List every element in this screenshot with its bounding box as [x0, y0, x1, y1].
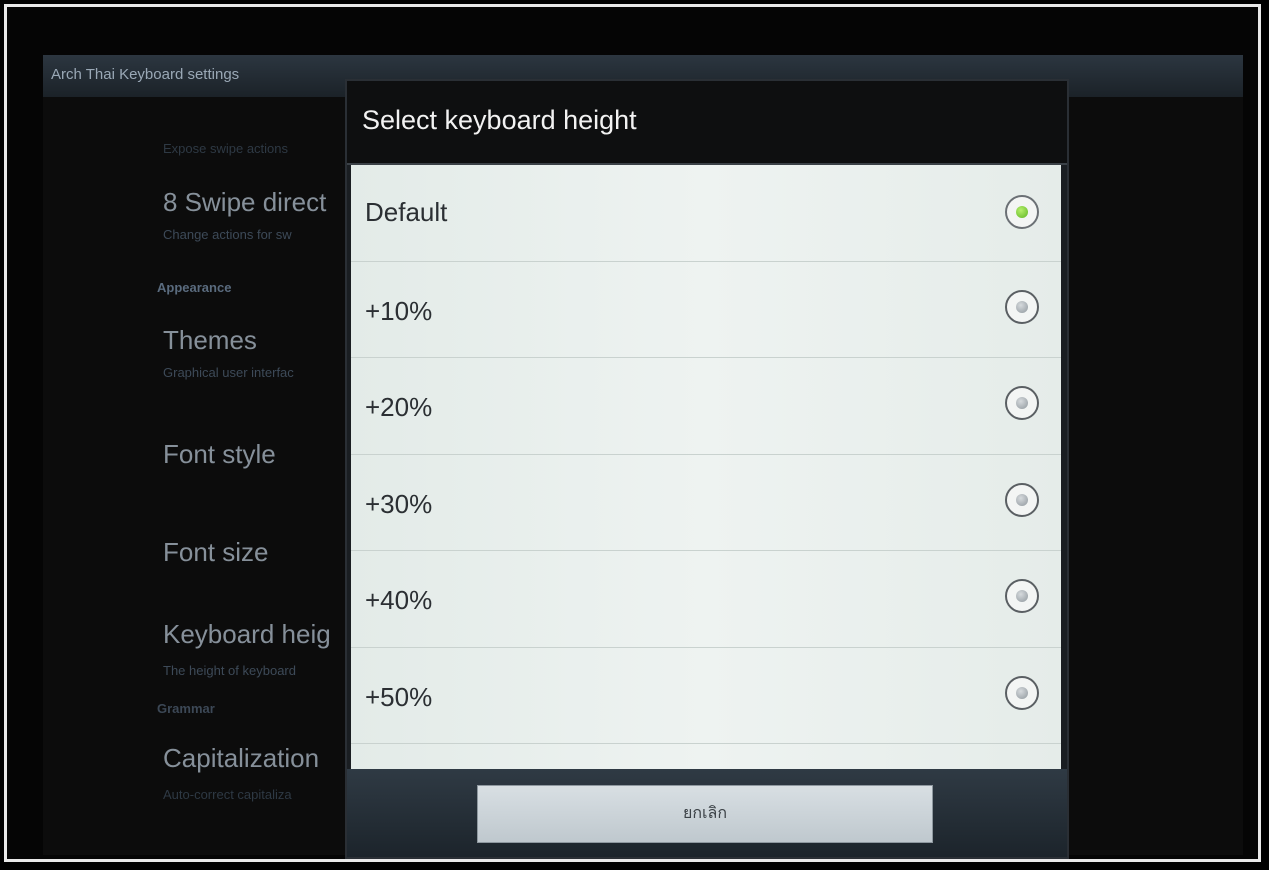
height-option-list: Default +10% +20% +30% +40% +50%	[351, 165, 1061, 839]
settings-item-capitalization-subtitle: Auto-correct capitaliza	[163, 787, 292, 802]
option-label: +30%	[365, 488, 433, 519]
radio-button[interactable]	[1005, 579, 1039, 613]
option-plus-50[interactable]: +50%	[351, 648, 1061, 744]
option-plus-20[interactable]: +20%	[351, 358, 1061, 455]
option-label: +10%	[365, 295, 433, 326]
settings-item-keyboard-height-title[interactable]: Keyboard heig	[163, 619, 331, 650]
radio-dot-icon	[1016, 300, 1028, 313]
option-label: +40%	[365, 585, 433, 615]
option-plus-10[interactable]: +10%	[351, 262, 1061, 358]
radio-button[interactable]	[1005, 289, 1039, 324]
dialog-header: Select keyboard height	[347, 81, 1067, 165]
radio-dot-icon	[1016, 206, 1028, 218]
settings-item-keyboard-height-subtitle: The height of keyboard	[163, 663, 296, 678]
option-label: +20%	[365, 392, 433, 422]
screen-title: Arch Thai Keyboard settings	[51, 66, 240, 83]
settings-item-capitalization-title[interactable]: Capitalization	[163, 743, 319, 774]
settings-item-themes-title[interactable]: Themes	[163, 325, 257, 356]
settings-item-font-size[interactable]: Font size	[163, 537, 269, 568]
radio-dot-icon	[1016, 686, 1028, 699]
radio-dot-icon	[1016, 493, 1028, 506]
radio-dot-icon	[1016, 590, 1028, 602]
option-plus-40[interactable]: +40%	[351, 551, 1061, 648]
option-plus-30[interactable]: +30%	[351, 455, 1061, 551]
cancel-button[interactable]: ยกเลิก	[477, 785, 933, 843]
settings-top-hint: Expose swipe actions	[163, 141, 289, 156]
radio-button[interactable]	[1005, 675, 1039, 710]
option-label: Default	[365, 197, 448, 227]
option-default[interactable]: Default	[351, 165, 1061, 262]
category-grammar: Grammar	[157, 701, 215, 716]
keyboard-height-dialog: Select keyboard height Default +10% +20%…	[347, 81, 1067, 857]
dialog-title: Select keyboard height	[362, 105, 637, 135]
category-appearance: Appearance	[157, 280, 232, 295]
radio-dot-icon	[1016, 397, 1028, 409]
settings-item-swipe-title[interactable]: 8 Swipe direct	[163, 187, 326, 218]
dialog-button-bar: ยกเลิก	[347, 769, 1067, 857]
radio-button[interactable]	[1005, 386, 1039, 420]
radio-button-selected[interactable]	[1005, 195, 1039, 229]
settings-item-swipe-subtitle: Change actions for sw	[163, 227, 292, 242]
settings-item-themes-subtitle: Graphical user interfac	[163, 365, 294, 380]
photo-frame: Arch Thai Keyboard settings Expose swipe…	[4, 4, 1261, 862]
radio-button[interactable]	[1005, 482, 1039, 517]
option-label: +50%	[365, 681, 433, 712]
settings-item-font-style[interactable]: Font style	[163, 439, 276, 470]
